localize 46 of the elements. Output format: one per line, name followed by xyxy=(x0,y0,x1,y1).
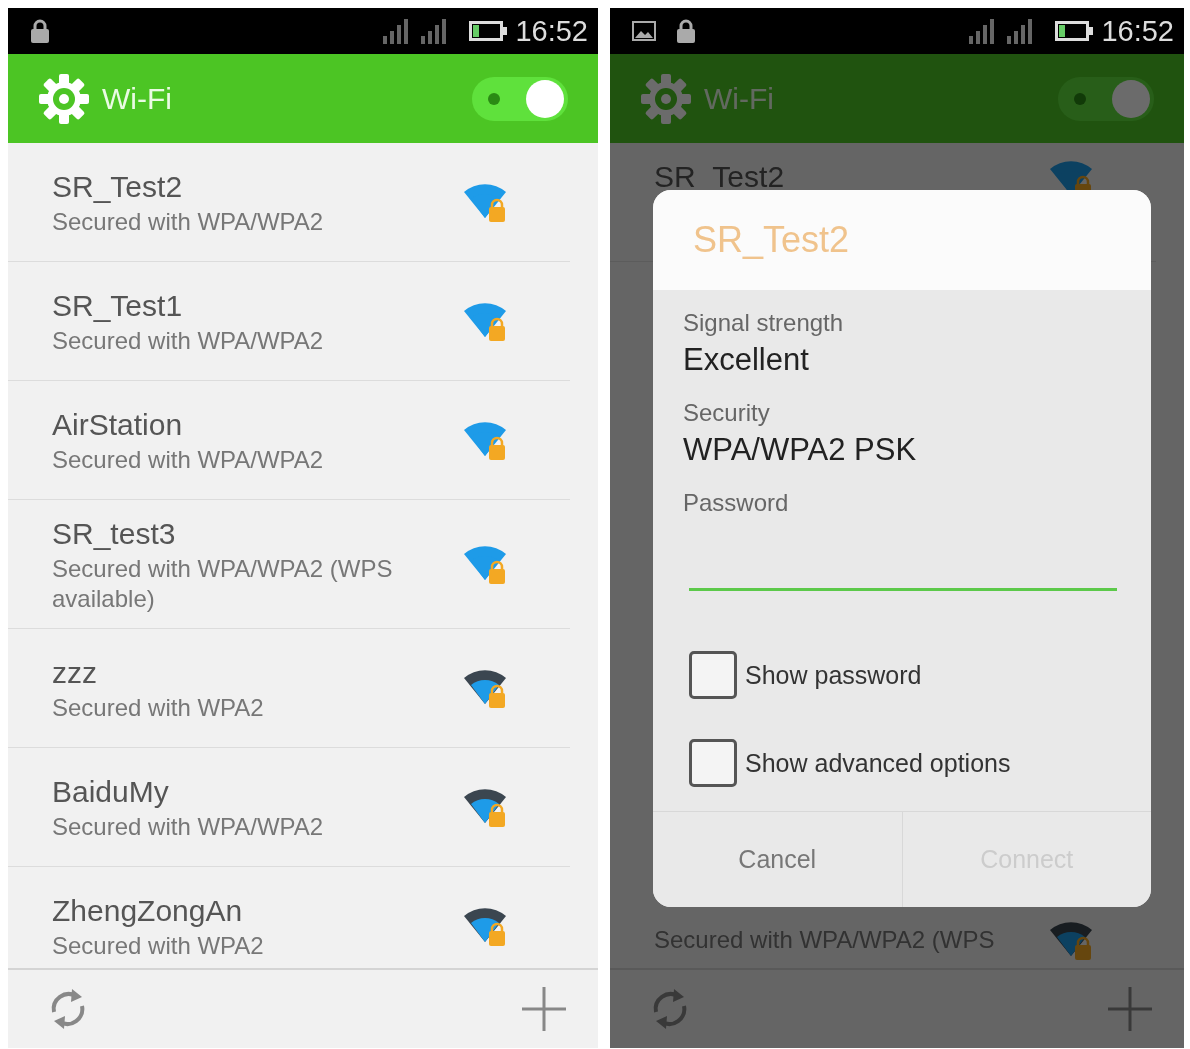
network-security: Secured with WPA2 xyxy=(52,931,265,961)
network-name: SR_Test2 xyxy=(52,169,184,205)
network-security: Secured with WPA/WPA2 xyxy=(52,207,325,237)
network-name: AirStation xyxy=(52,407,184,443)
network-security: Secured with WPA2 xyxy=(52,693,265,723)
field-value: WPA/WPA2 PSK xyxy=(683,431,918,469)
network-security: Secured with WPA/WPA2 xyxy=(52,445,325,475)
network-security: Secured with WPA/WPA2 (WPS available) xyxy=(52,554,394,614)
network-name: SR_Test2 xyxy=(654,159,786,195)
network-item[interactable]: BaiduMy Secured with WPA/WPA2 xyxy=(8,748,570,867)
network-item[interactable]: SR_Test2 Secured with WPA/WPA2 xyxy=(8,143,570,262)
lock-icon xyxy=(676,19,696,43)
checkbox-label: Show advanced options xyxy=(745,748,1011,778)
checkbox[interactable] xyxy=(689,651,737,699)
gear-icon xyxy=(38,72,90,125)
network-item[interactable]: zzz Secured with WPA2 xyxy=(8,629,570,748)
network-security: Secured with WPA/WPA2 xyxy=(52,326,325,356)
wifi-toggle[interactable] xyxy=(472,76,568,121)
network-item[interactable]: SR_Test1 Secured with WPA/WPA2 xyxy=(8,262,570,381)
field-label: Signal strength xyxy=(683,308,845,338)
network-name: SR_test3 xyxy=(52,516,177,552)
field-value: Excellent xyxy=(683,341,810,379)
checkbox-label: Show password xyxy=(745,660,922,690)
network-item[interactable]: AirStation Secured with WPA/WPA2 xyxy=(8,381,570,500)
network-name: BaiduMy xyxy=(52,774,170,810)
screen-title: Wi-Fi xyxy=(102,81,173,116)
field-label: Security xyxy=(683,398,771,428)
network-name: ZhengZongAn xyxy=(52,893,244,929)
field-label: Password xyxy=(683,488,790,518)
checkbox[interactable] xyxy=(689,739,737,787)
screen-title: Wi-Fi xyxy=(704,81,775,116)
wifi-toggle[interactable] xyxy=(1058,76,1154,121)
clock-time: 16:52 xyxy=(1101,14,1174,48)
battery-icon xyxy=(469,21,508,41)
image-icon xyxy=(632,21,656,41)
battery-icon xyxy=(1055,21,1094,41)
gear-icon xyxy=(640,72,692,125)
dialog-title: SR_Test2 xyxy=(693,219,850,261)
lock-icon xyxy=(30,19,50,43)
network-name: zzz xyxy=(52,655,98,691)
network-name: SR_Test1 xyxy=(52,288,184,324)
network-item[interactable]: SR_test3 Secured with WPA/WPA2 (WPS available) xyxy=(8,500,570,629)
add-icon[interactable] xyxy=(1108,987,1152,1031)
add-icon[interactable] xyxy=(522,987,566,1031)
clock-time: 16:52 xyxy=(515,14,588,48)
network-security: Secured with WPA/WPA2 xyxy=(52,812,325,842)
